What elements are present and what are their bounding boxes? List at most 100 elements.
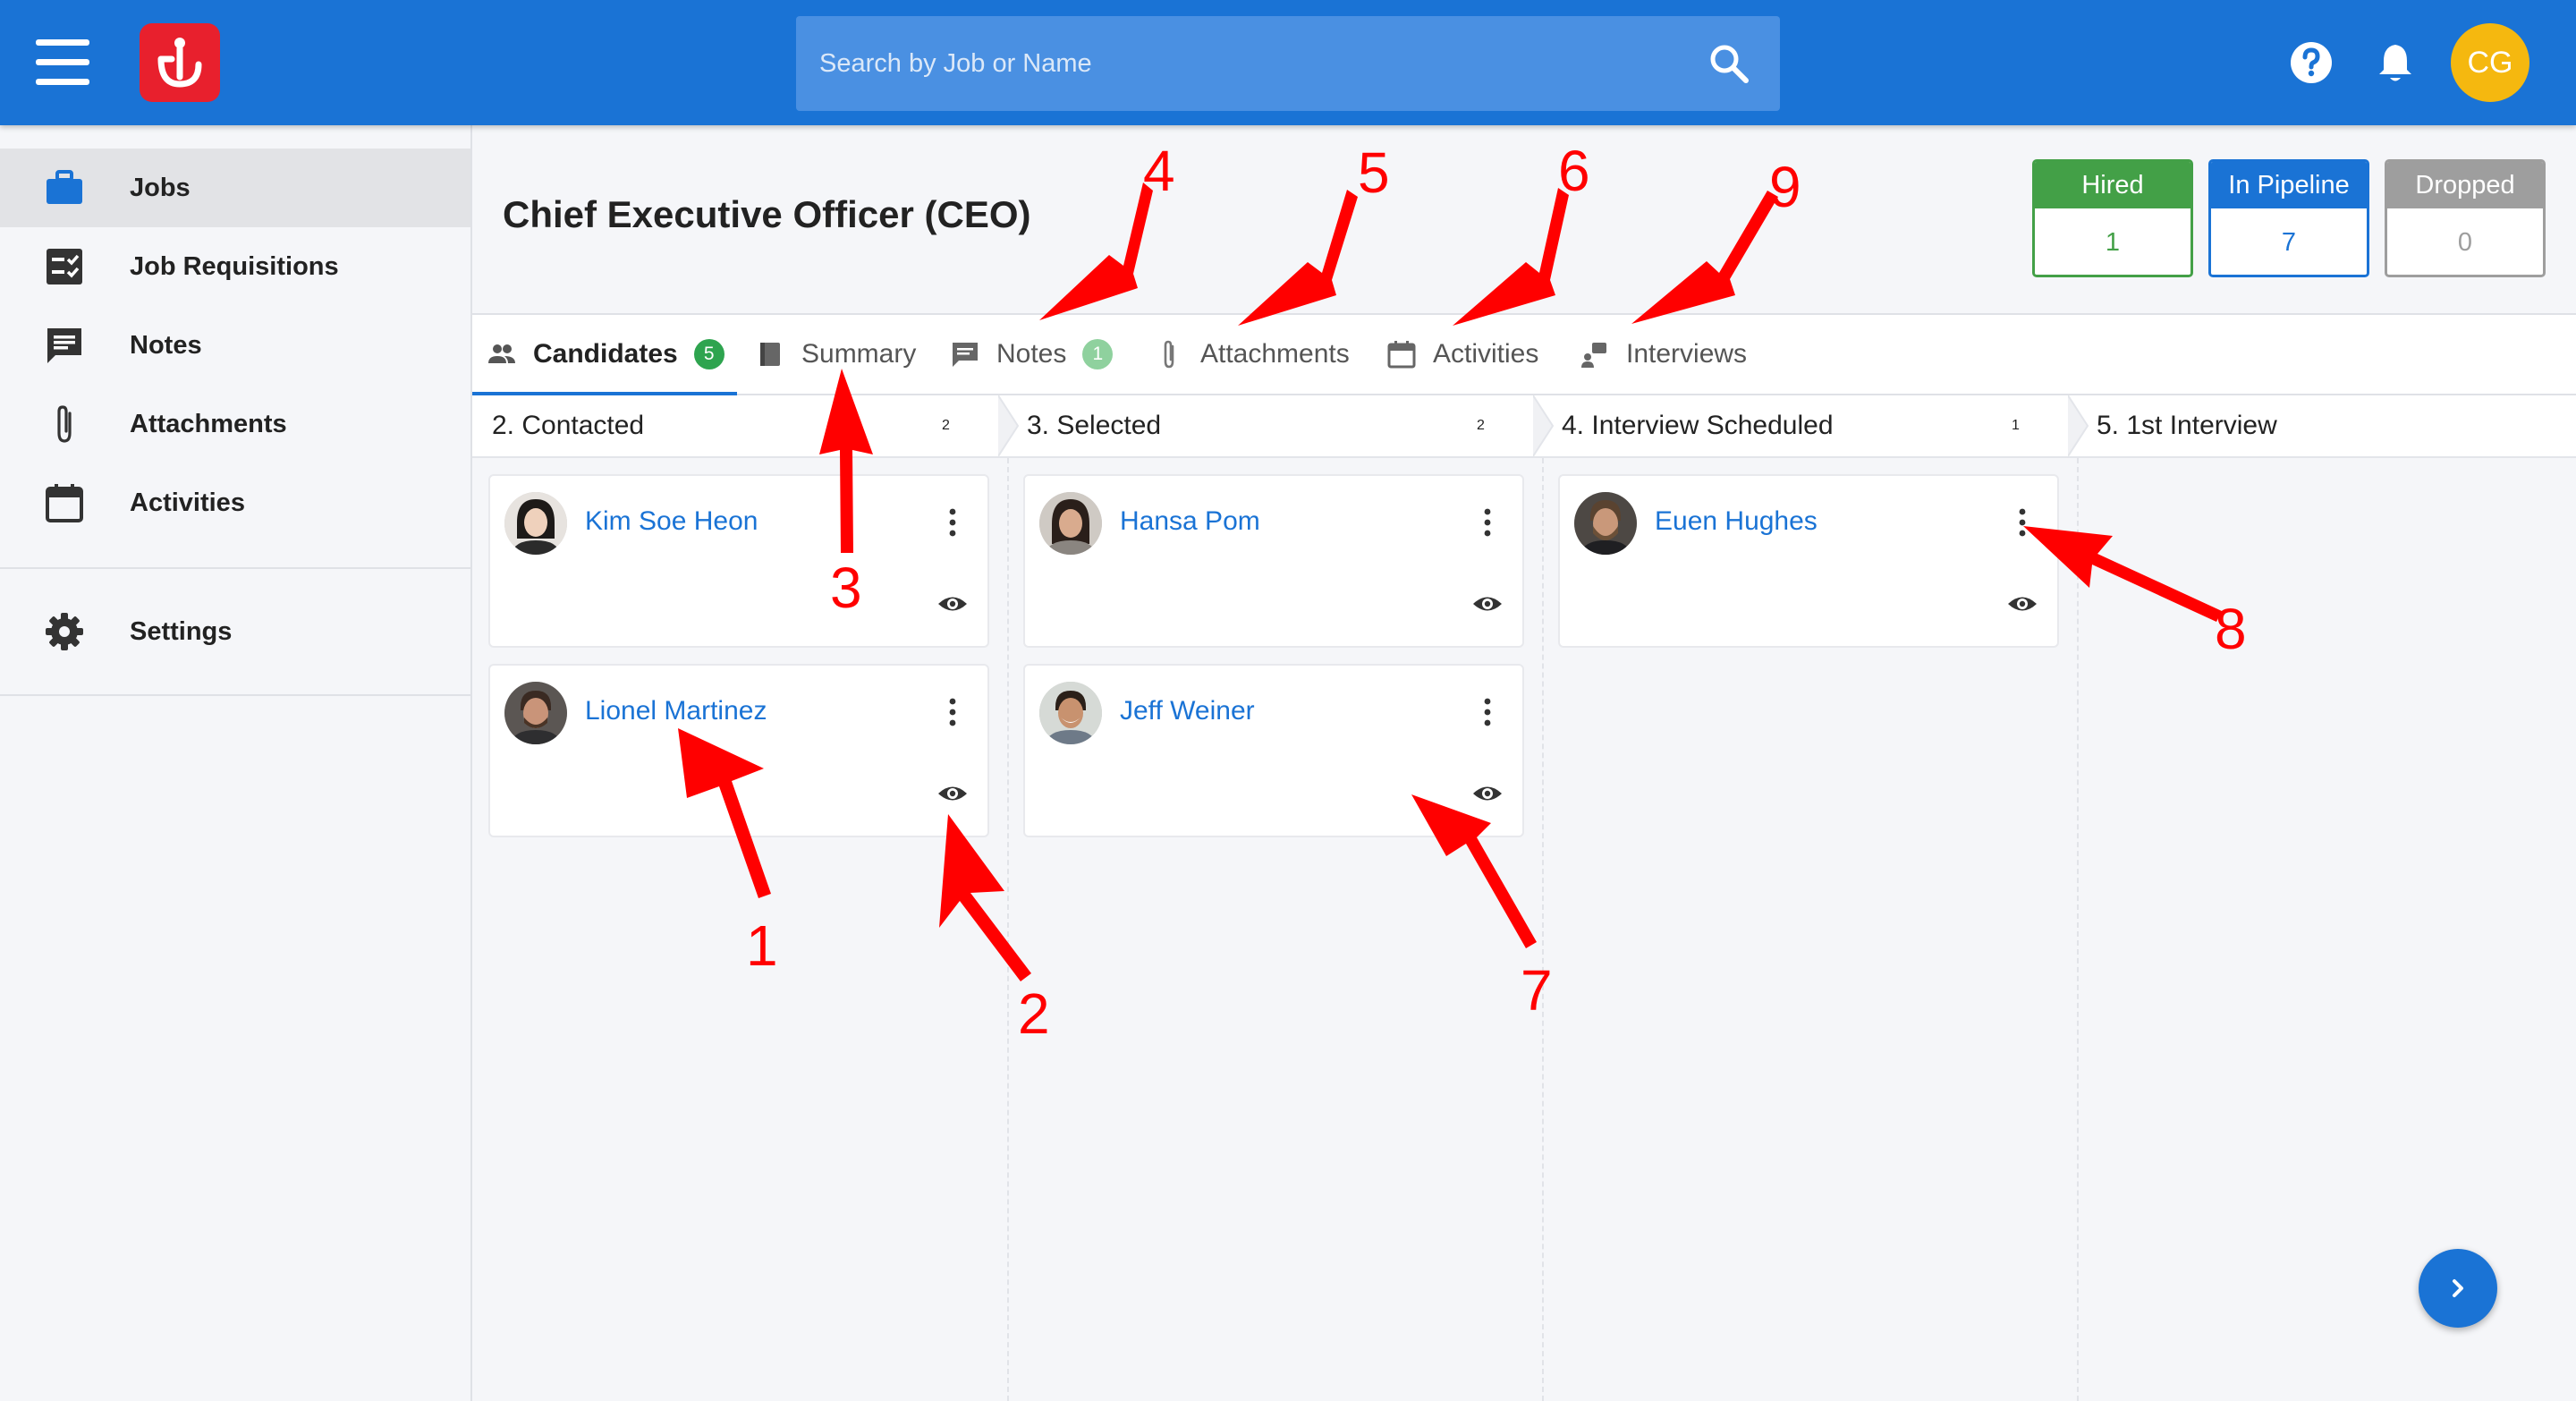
sidebar-item-settings[interactable]: Settings [0, 592, 470, 671]
annotation-arrow-2 [939, 814, 1031, 981]
tab-attachments[interactable]: Attachments [1154, 315, 1350, 394]
tab-label: Summary [801, 339, 917, 369]
book-icon [760, 343, 780, 366]
tab-notes[interactable]: Notes 1 [950, 315, 1114, 394]
candidate-avatar [504, 492, 567, 555]
tab-activities[interactable]: Activities [1386, 315, 1538, 394]
chevron-right-icon [2453, 1279, 2463, 1297]
stat-value: 7 [2281, 227, 2297, 257]
notification-bell-icon[interactable] [2376, 41, 2415, 84]
stage-label: 2. Contacted [492, 411, 645, 440]
stat-label: In Pipeline [2211, 162, 2367, 208]
sidebar-item-job-requisitions[interactable]: Job Requisitions [0, 227, 470, 306]
annotation-arrow-5 [1238, 190, 1358, 326]
annotation-arrow-9 [1631, 191, 1778, 324]
calendar-icon [46, 484, 83, 522]
help-icon[interactable] [2290, 41, 2333, 84]
people-icon [488, 344, 515, 363]
stat-hired[interactable]: Hired 1 [2032, 159, 2193, 277]
annotation-label-1: 1 [746, 913, 778, 978]
view-eye-icon[interactable] [2007, 592, 2038, 616]
checklist-icon [47, 249, 82, 284]
user-avatar[interactable]: CG [2451, 23, 2529, 102]
view-eye-icon[interactable] [937, 782, 968, 805]
sidebar-divider [0, 694, 470, 696]
tab-label: Notes [996, 339, 1067, 369]
sidebar: Jobs Job Requisitions Notes Attachments [0, 125, 472, 1401]
next-page-button[interactable] [2419, 1249, 2497, 1328]
stage-label: 5. 1st Interview [2097, 411, 2277, 440]
stage-divider-chevron [2068, 395, 2089, 456]
stage-count-badge: 2 [942, 418, 950, 433]
sidebar-item-attachments[interactable]: Attachments [0, 385, 470, 463]
tab-count-badge: 5 [693, 339, 724, 369]
stat-in-pipeline[interactable]: In Pipeline 7 [2208, 159, 2369, 277]
stage-divider-chevron [998, 395, 1020, 456]
top-app-bar: CG [0, 0, 2576, 125]
tab-label: Activities [1433, 339, 1539, 369]
paperclip-icon [57, 405, 72, 443]
search-icon[interactable] [1708, 43, 1750, 84]
candidate-card[interactable]: Hansa Pom [1023, 474, 1524, 648]
candidate-avatar [1039, 492, 1102, 555]
candidate-avatar [504, 682, 567, 744]
stage-label: 4. Interview Scheduled [1562, 411, 1834, 440]
sidebar-item-label: Activities [130, 488, 245, 517]
annotation-arrow-6 [1453, 188, 1569, 326]
view-eye-icon[interactable] [937, 592, 968, 616]
more-options-icon[interactable] [948, 508, 957, 537]
candidate-name-link[interactable]: Lionel Martinez [585, 696, 767, 726]
stat-dropped[interactable]: Dropped 0 [2385, 159, 2546, 277]
view-eye-icon[interactable] [1472, 782, 1503, 805]
stage-count-badge: 1 [2012, 418, 2020, 433]
candidate-card[interactable]: Kim Soe Heon [488, 474, 989, 648]
stage-header-interview-scheduled: 4. Interview Scheduled [1562, 395, 1834, 456]
more-options-icon[interactable] [2018, 508, 2027, 537]
stat-value: 0 [2457, 227, 2473, 257]
view-eye-icon[interactable] [1472, 592, 1503, 616]
stat-value: 1 [2105, 227, 2121, 257]
sidebar-item-jobs[interactable]: Jobs [0, 149, 470, 227]
tab-label: Candidates [533, 339, 678, 369]
hamburger-menu-icon[interactable] [32, 39, 95, 86]
tab-candidates[interactable]: Candidates 5 [487, 315, 724, 394]
sidebar-divider [0, 567, 470, 569]
stage-header-contacted: 2. Contacted [492, 395, 644, 456]
candidate-name-link[interactable]: Jeff Weiner [1120, 696, 1255, 726]
page-title: Chief Executive Officer (CEO) [503, 193, 1031, 235]
stage-divider-chevron [1533, 395, 1555, 456]
annotation-label-5: 5 [1358, 140, 1390, 205]
pipeline-stage-bar: 2. Contacted 2 3. Selected 2 4. Intervie… [472, 395, 2576, 458]
tab-count-badge: 1 [1082, 339, 1114, 369]
more-options-icon[interactable] [948, 698, 957, 726]
candidate-card[interactable]: Lionel Martinez [488, 664, 989, 837]
briefcase-icon [47, 170, 82, 204]
tab-label: Interviews [1626, 339, 1748, 369]
paperclip-icon [1164, 340, 1174, 369]
stage-label: 3. Selected [1027, 411, 1162, 440]
candidate-card[interactable]: Euen Hughes [1558, 474, 2059, 648]
annotation-label-2: 2 [1018, 981, 1050, 1046]
stage-header-selected: 3. Selected [1027, 395, 1161, 456]
tab-interviews[interactable]: Interviews [1580, 315, 1747, 394]
sidebar-item-activities[interactable]: Activities [0, 463, 470, 542]
tab-summary[interactable]: Summary [755, 315, 916, 394]
comment-icon [953, 343, 978, 367]
sidebar-item-notes[interactable]: Notes [0, 306, 470, 385]
stat-label: Hired [2035, 162, 2190, 208]
candidate-name-link[interactable]: Kim Soe Heon [585, 506, 758, 537]
search-input[interactable] [819, 16, 1696, 111]
interview-icon [1581, 343, 1606, 368]
candidate-name-link[interactable]: Hansa Pom [1120, 506, 1260, 537]
sidebar-item-label: Job Requisitions [130, 251, 339, 281]
candidate-card[interactable]: Jeff Weiner [1023, 664, 1524, 837]
candidate-name-link[interactable]: Euen Hughes [1655, 506, 1818, 537]
annotation-label-8: 8 [2215, 597, 2247, 661]
column-divider [2077, 458, 2079, 1401]
stage-header-1st-interview: 5. 1st Interview [2097, 395, 2277, 456]
column-divider [1542, 458, 1544, 1401]
app-logo[interactable] [140, 23, 220, 102]
comment-icon [47, 328, 81, 363]
more-options-icon[interactable] [1483, 698, 1492, 726]
more-options-icon[interactable] [1483, 508, 1492, 537]
